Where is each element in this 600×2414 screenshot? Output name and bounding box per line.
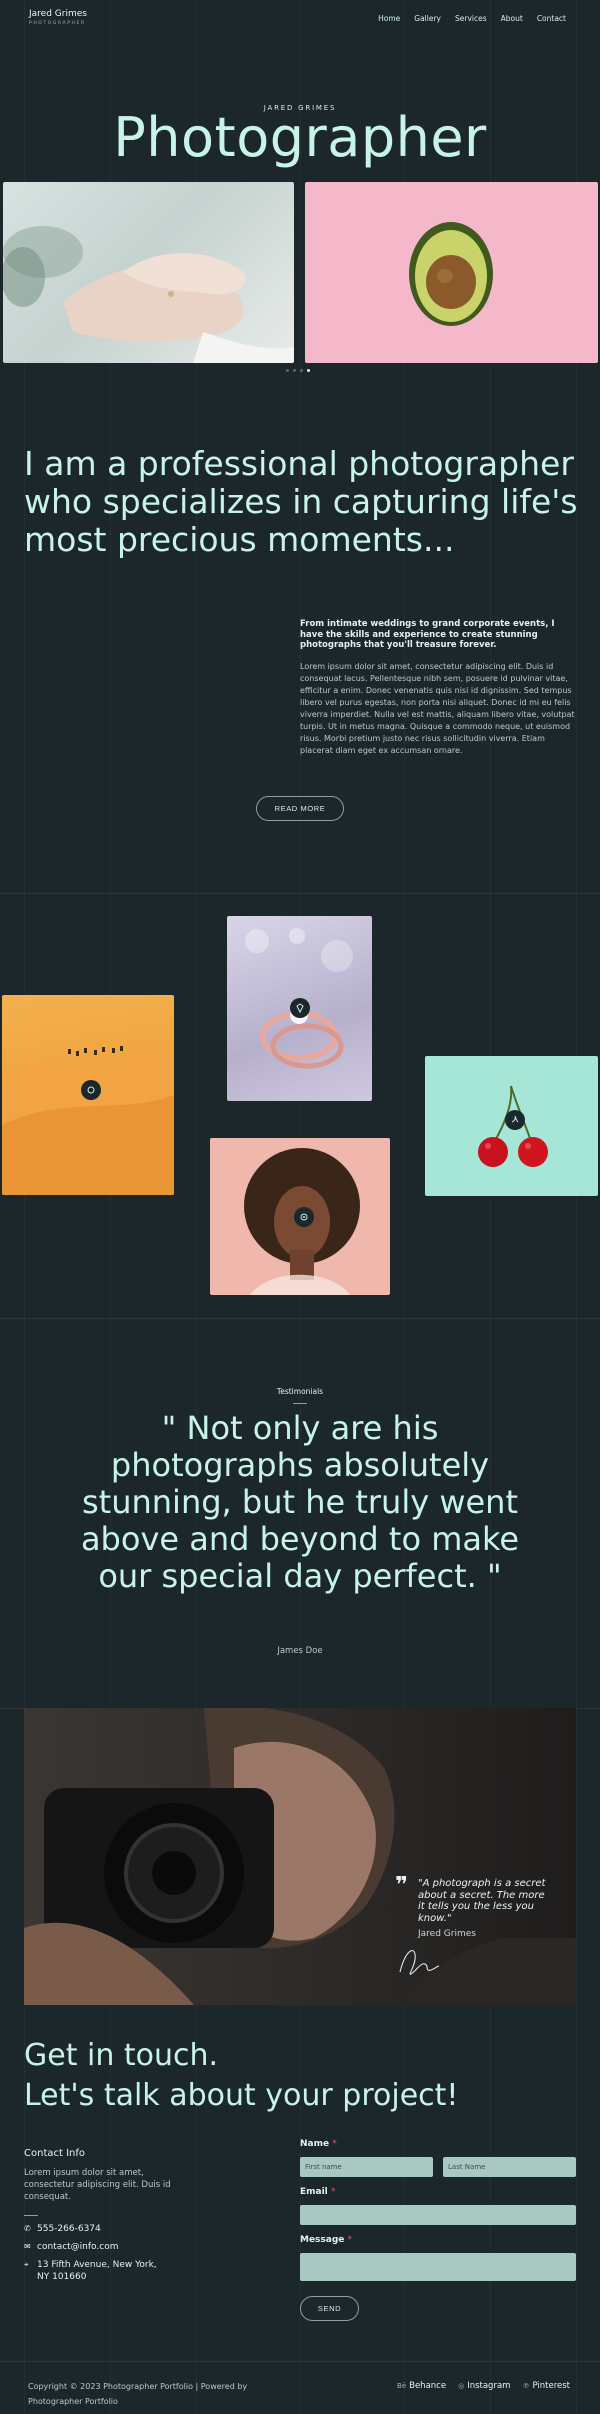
nav-contact[interactable]: Contact [537, 14, 566, 23]
social-behance[interactable]: Bē Behance [397, 2381, 446, 2391]
contact-title-line2: Let's talk about your project! [24, 2078, 459, 2113]
feature-photo-photographer [24, 1708, 576, 2005]
brand-logo[interactable]: Jared Grimes PHOTOGRAPHER [29, 9, 87, 26]
slider-dot[interactable] [293, 369, 296, 372]
slider-dot[interactable] [286, 369, 289, 372]
contact-title-line1: Get in touch. [24, 2038, 219, 2073]
mail-icon: ✉ [24, 2242, 31, 2251]
message-field[interactable] [300, 2253, 576, 2281]
first-name-field[interactable]: First name [300, 2157, 433, 2177]
behance-icon: Bē [397, 2382, 407, 2390]
slide-image-avocado[interactable] [305, 182, 598, 363]
phone-icon: ✆ [24, 2224, 31, 2233]
required-mark: * [347, 2235, 353, 2245]
footer-social: Bē Behance ◎ Instagram ℗ Pinterest [397, 2381, 570, 2391]
slide-image-hands[interactable] [3, 182, 294, 363]
slider-dots [286, 369, 310, 372]
nav-about[interactable]: About [501, 14, 523, 23]
testimonial-author: James Doe [277, 1646, 323, 1656]
brand-name: Jared Grimes [29, 9, 87, 19]
email-field[interactable] [300, 2205, 576, 2225]
brand-subtitle: PHOTOGRAPHER [29, 21, 86, 26]
contact-address-line1: 13 Fifth Avenue, New York, [37, 2260, 157, 2270]
slider-dot[interactable] [300, 369, 303, 372]
read-more-button[interactable]: READ MORE [256, 796, 344, 821]
testimonial-quote: " Not only are his photographs absolutel… [80, 1409, 520, 1595]
quote-mark-icon: ❞ [395, 1873, 408, 1898]
message-label: Message * [300, 2235, 352, 2245]
contact-email-text: contact@info.com [37, 2242, 119, 2252]
section-divider [0, 1318, 600, 1319]
slider-dot-active[interactable] [307, 369, 310, 372]
footer-copyright: Copyright © 2023 Photographer Portfolio … [28, 2379, 247, 2409]
social-behance-label: Behance [409, 2381, 447, 2391]
contact-info-title: Contact Info [24, 2148, 86, 2159]
message-label-text: Message [300, 2235, 345, 2245]
feature-quote-author: Jared Grimes [418, 1929, 476, 1939]
email-label-text: Email [300, 2187, 328, 2197]
intro-lead: I am a professional photographer who spe… [24, 444, 578, 559]
name-label: Name * [300, 2139, 337, 2149]
nav-services[interactable]: Services [455, 14, 487, 23]
footer-copyright-line1: Copyright © 2023 Photographer Portfolio … [28, 2382, 248, 2391]
testimonials-underline [293, 1403, 307, 1404]
intro-body: Lorem ipsum dolor sit amet, consectetur … [300, 662, 575, 755]
section-divider [0, 893, 600, 894]
last-name-field[interactable]: Last Name [443, 2157, 576, 2177]
contact-title: Get in touch. Let's talk about your proj… [24, 2036, 458, 2116]
view-icon[interactable] [81, 1080, 101, 1100]
hero-title: Photographer [113, 106, 487, 169]
contact-phone-text: 555-266-6374 [37, 2224, 101, 2234]
view-icon[interactable] [290, 998, 310, 1018]
contact-address: ⌖ 13 Fifth Avenue, New York, NY 101660 [24, 2259, 157, 2283]
nav-home[interactable]: Home [378, 14, 400, 23]
view-icon[interactable] [505, 1110, 525, 1130]
contact-email[interactable]: ✉ contact@info.com [24, 2241, 118, 2253]
view-icon[interactable] [294, 1207, 314, 1227]
required-mark: * [332, 2139, 337, 2149]
social-instagram[interactable]: ◎ Instagram [458, 2381, 510, 2391]
section-divider [0, 2361, 600, 2362]
required-mark: * [330, 2187, 336, 2197]
intro-strong: From intimate weddings to grand corporat… [300, 619, 555, 650]
social-pinterest-label: Pinterest [532, 2381, 570, 2391]
footer-copyright-line2[interactable]: Photographer Portfolio [28, 2394, 247, 2409]
contact-info-divider [24, 2215, 38, 2216]
contact-phone[interactable]: ✆ 555-266-6374 [24, 2223, 101, 2235]
testimonials-label: Testimonials [276, 1387, 324, 1396]
email-label: Email * [300, 2187, 335, 2197]
contact-address-line2: NY 101660 [37, 2272, 87, 2282]
social-instagram-label: Instagram [467, 2381, 511, 2391]
signature-icon [399, 1950, 440, 1975]
map-pin-icon: ⌖ [24, 2260, 29, 2269]
send-button[interactable]: SEND [300, 2296, 359, 2321]
main-nav: Home Gallery Services About Contact [364, 14, 566, 23]
social-pinterest[interactable]: ℗ Pinterest [522, 2381, 570, 2391]
name-label-text: Name [300, 2139, 330, 2149]
pinterest-icon: ℗ [522, 2382, 530, 2390]
instagram-icon: ◎ [458, 2382, 465, 2390]
feature-quote: "A photograph is a secret about a secret… [418, 1878, 546, 1924]
nav-gallery[interactable]: Gallery [414, 14, 441, 23]
contact-info-text: Lorem ipsum dolor sit amet, consectetur … [24, 2168, 171, 2202]
